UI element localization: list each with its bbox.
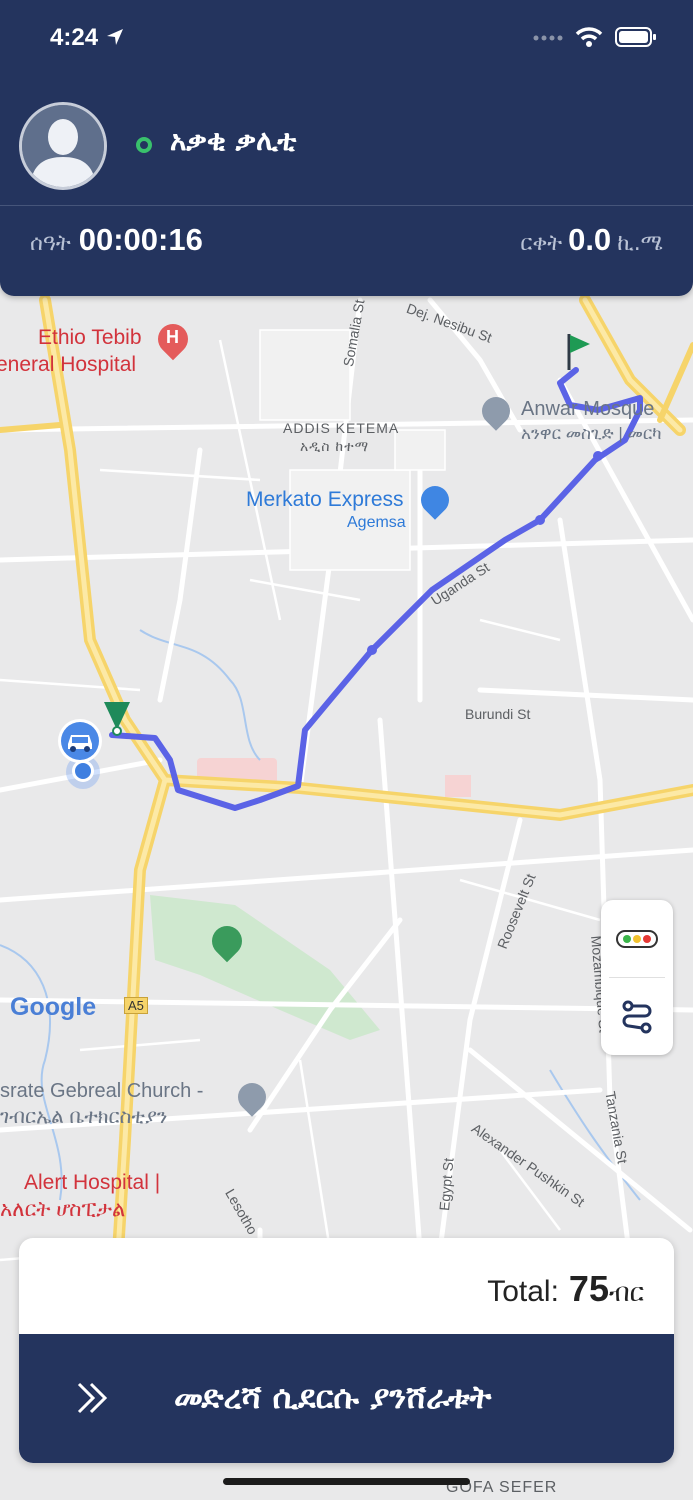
map-label-alert[interactable]: Alert Hospital |	[24, 1171, 160, 1195]
fare-total: Total: 75 ብር	[487, 1268, 644, 1310]
google-logo: Google	[10, 993, 96, 1022]
status-time-text: 4:24	[50, 24, 99, 51]
destination-flag-icon[interactable]	[566, 332, 594, 372]
total-amount: 75	[568, 1268, 609, 1309]
car-icon[interactable]	[57, 718, 103, 764]
header-divider	[0, 205, 693, 206]
driver-avatar[interactable]	[19, 102, 107, 190]
distance-label: ርቀት	[520, 231, 563, 256]
route-overview-button[interactable]	[601, 978, 673, 1055]
distance-unit: ኪ.ሜ	[617, 231, 663, 256]
map-label-anwar-am[interactable]: አንዋር መስጊድ | መርካ	[521, 424, 662, 444]
total-currency: ብር	[608, 1278, 644, 1308]
slide-to-arrive-button[interactable]: መድረሻ ሲደርሱ ያንሸራቱት	[19, 1334, 674, 1463]
map-label-anwar[interactable]: Anwar Mosque	[521, 398, 654, 421]
double-chevron-right-icon[interactable]	[75, 1381, 111, 1415]
trip-header: 4:24 አቃቂ ቃሊቲ ሰዓት 00:00:16 ርቀት 0.0 ኪ.ሜ	[0, 0, 693, 296]
map-label-ethio-tebib-2[interactable]: eneral Hospital	[0, 353, 136, 377]
traffic-light-icon	[616, 929, 658, 948]
map-label-addis-ketema: ADDIS KETEMA	[283, 420, 400, 436]
cellular-icon	[533, 35, 563, 41]
map-label-alert-am[interactable]: አለርት ሆስፒታል	[0, 1198, 125, 1222]
map-controls	[601, 900, 673, 1055]
trip-time: ሰዓት 00:00:16	[30, 222, 203, 258]
map-label-merkato[interactable]: Merkato Express	[246, 488, 404, 512]
hospital-h-glyph: H	[166, 327, 179, 347]
map-label-addis-ketema-am: አዲስ ከተማ	[300, 438, 370, 454]
trip-distance: ርቀት 0.0 ኪ.ሜ	[520, 222, 663, 258]
map-label-church[interactable]: srate Gebreal Church -	[0, 1080, 203, 1103]
map-label-agemsa: Agemsa	[347, 514, 406, 531]
time-value: 00:00:16	[78, 222, 203, 257]
battery-icon	[615, 27, 656, 47]
start-marker-icon[interactable]	[102, 700, 132, 736]
route-icon	[622, 1000, 652, 1033]
distance-value: 0.0	[568, 222, 612, 257]
google-logo-text: Google	[10, 993, 97, 1021]
map-label-ethio-tebib[interactable]: Ethio Tebib	[38, 326, 142, 350]
slide-to-arrive-label: መድረሻ ሲደርሱ ያንሸራቱት	[174, 1378, 492, 1416]
total-label: Total:	[487, 1275, 559, 1308]
wifi-icon	[575, 27, 603, 47]
user-silhouette-icon	[22, 105, 104, 187]
fare-card: Total: 75 ብር መድረሻ ሲደርሱ ያንሸራቱት	[19, 1238, 674, 1463]
time-label: ሰዓት	[30, 231, 71, 256]
location-arrow-icon	[106, 29, 123, 45]
map-label-a5: A5	[124, 997, 148, 1014]
status-bar-icons	[533, 26, 657, 48]
map-label-burundi: Burundi St	[465, 706, 531, 722]
home-indicator[interactable]	[223, 1478, 470, 1485]
status-bar-time: 4:24	[50, 24, 125, 52]
driver-name: አቃቂ ቃሊቲ	[170, 124, 297, 157]
online-status-indicator	[136, 137, 152, 153]
map-label-church-am[interactable]: ገብርኤል ቤተክርስቲያን	[0, 1106, 167, 1129]
traffic-toggle-button[interactable]	[601, 900, 673, 977]
